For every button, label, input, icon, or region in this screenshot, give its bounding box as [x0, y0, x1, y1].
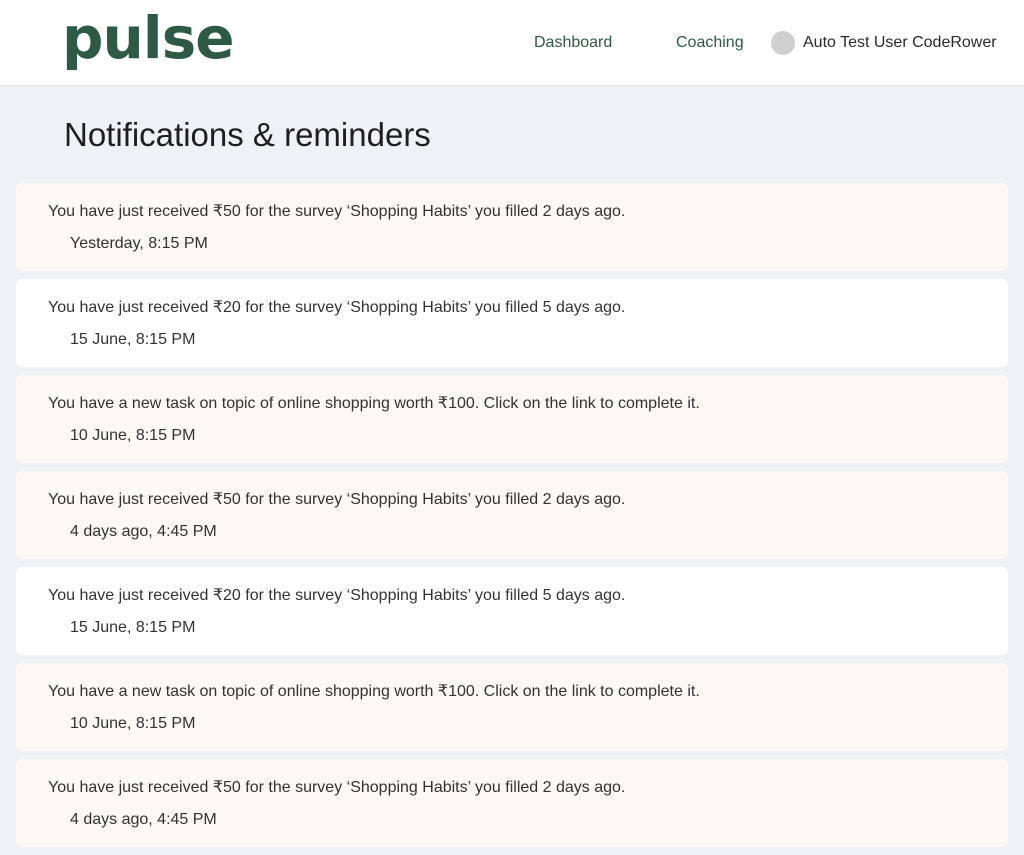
notification-timestamp: 4 days ago, 4:45 PM — [70, 523, 217, 540]
notification-message: You have a new task on topic of online s… — [48, 683, 700, 700]
notification-message: You have a new task on topic of online s… — [48, 395, 700, 412]
user-name[interactable]: Auto Test User CodeRower — [803, 31, 997, 55]
notification-card[interactable]: You have just received ₹50 for the surve… — [16, 471, 1008, 559]
notification-card[interactable]: You have a new task on topic of online s… — [16, 375, 1008, 463]
notification-message: You have just received ₹50 for the surve… — [48, 203, 626, 220]
notification-timestamp: 10 June, 8:15 PM — [70, 427, 196, 444]
notification-message: You have just received ₹20 for the surve… — [48, 299, 626, 316]
pulse-logo[interactable]: pulse — [62, 2, 235, 74]
notification-list: You have just received ₹50 for the surve… — [16, 183, 1008, 855]
nav-dashboard-link[interactable]: Dashboard — [534, 33, 612, 53]
notification-message: You have just received ₹20 for the surve… — [48, 587, 626, 604]
page-title: Notifications & reminders — [64, 116, 431, 153]
notification-timestamp: 4 days ago, 4:45 PM — [70, 811, 217, 828]
notification-timestamp: Yesterday, 8:15 PM — [70, 235, 208, 252]
nav-coaching-link[interactable]: Coaching — [676, 33, 744, 53]
notification-message: You have just received ₹50 for the surve… — [48, 491, 626, 508]
user-menu[interactable]: Auto Test User CodeRower — [771, 31, 997, 55]
notification-timestamp: 15 June, 8:15 PM — [70, 331, 196, 348]
notification-message: You have just received ₹50 for the surve… — [48, 779, 626, 796]
top-header: pulse Dashboard Coaching Auto Test User … — [0, 0, 1024, 86]
notification-timestamp: 15 June, 8:15 PM — [70, 619, 196, 636]
notification-card[interactable]: You have just received ₹20 for the surve… — [16, 567, 1008, 655]
notification-card[interactable]: You have a new task on topic of online s… — [16, 663, 1008, 751]
notification-card[interactable]: You have just received ₹20 for the surve… — [16, 279, 1008, 367]
notification-timestamp: 10 June, 8:15 PM — [70, 715, 196, 732]
notification-card[interactable]: You have just received ₹50 for the surve… — [16, 759, 1008, 847]
notification-card[interactable]: You have just received ₹50 for the surve… — [16, 183, 1008, 271]
avatar[interactable] — [771, 31, 795, 55]
